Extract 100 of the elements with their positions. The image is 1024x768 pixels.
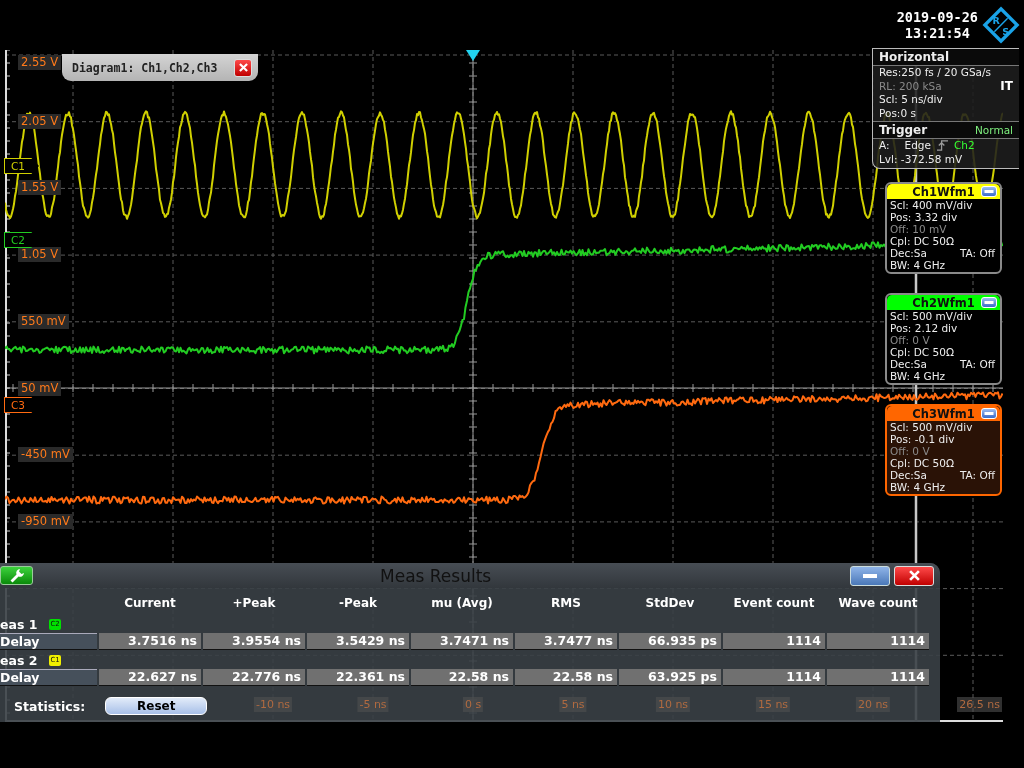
setting-text: Off: 0 V: [890, 445, 930, 457]
setting-text: Scl: 400 mV/div: [890, 199, 973, 211]
table-cell: 3.9554 ns: [203, 633, 305, 650]
axis-label: 1.55 V: [18, 180, 62, 196]
table-cell: Delay: [0, 669, 97, 686]
panel-heading: Horizontal: [879, 50, 950, 64]
table-cell: 3.7471 ns: [411, 633, 513, 650]
channel-panel[interactable]: Ch1Wfm1 Scl: 400 mV/div Pos: 3.32 div Off: 10 mV Cpl: DC 50Ω Dec:Sa TA: Off BW: 4 GHz: [885, 182, 1002, 274]
measurement-label: eas 2: [0, 652, 38, 668]
minimize-icon: [984, 412, 994, 415]
channel-marker[interactable]: C1: [4, 158, 39, 174]
setting-text: BW: 4 GHz: [890, 259, 946, 271]
setting-text: Off: 0 V: [890, 334, 930, 346]
channel-panel[interactable]: Ch2Wfm1 Scl: 500 mV/div Pos: 2.12 div Off: 0 V Cpl: DC 50Ω Dec:Sa TA: Off BW: 4 GHz: [885, 293, 1002, 385]
table-cell: 66.935 ps: [619, 633, 721, 650]
setting-text: RL: 200 kSa: [879, 79, 942, 93]
table-cell: 1114: [723, 633, 825, 650]
table-cell: 1114: [723, 669, 825, 686]
column-header: RMS: [550, 596, 582, 610]
close-icon: [908, 570, 920, 581]
trigger-mode: Normal: [975, 124, 1013, 136]
table-cell: 63.925 ps: [619, 669, 721, 686]
minimize-icon: [984, 301, 994, 304]
minimize-icon: [863, 573, 877, 578]
column-header: Wave count: [837, 596, 919, 610]
setting-text: Res:250 fs / 20 GSa/s: [879, 66, 991, 80]
setting-text: Dec:Sa: [890, 358, 927, 370]
panel-title: Meas Results: [380, 565, 492, 586]
setting-text: A:: [879, 139, 890, 153]
table-cell: 22.58 ns: [515, 669, 617, 686]
axis-label: -10 ns: [253, 697, 293, 712]
rising-edge-icon: [936, 140, 949, 152]
trigger-position-icon[interactable]: [466, 50, 480, 61]
column-header: Event count: [732, 596, 816, 610]
axis-label: 5 ns: [559, 697, 587, 712]
table-cell: 3.7516 ns: [99, 633, 201, 650]
measurement-label: eas 1: [0, 616, 38, 632]
axis-label: 550 mV: [18, 313, 69, 329]
axis-label: -5 ns: [357, 697, 389, 712]
setting-text: Lvl: -372.58 mV: [879, 152, 963, 166]
axis-label: -950 mV: [18, 513, 73, 529]
table-cell: 3.7477 ns: [515, 633, 617, 650]
axis-label: 0 s: [462, 697, 484, 712]
diagram-tab[interactable]: Diagram1: Ch1,Ch2,Ch3: [62, 54, 258, 81]
minimize-icon: [984, 190, 994, 193]
table-cell: 1114: [827, 669, 929, 686]
setting-text: Pos: -0.1 div: [890, 433, 955, 445]
setting-text: Scl: 5 ns/div: [879, 93, 943, 107]
statistics-label: Statistics:: [14, 698, 86, 714]
column-header: mu (Avg): [430, 596, 494, 610]
axis-label: 2.05 V: [18, 113, 62, 129]
channel-title: Ch3Wfm1: [912, 406, 975, 421]
mode-label: IT: [1000, 79, 1013, 93]
table-cell: 22.361 ns: [307, 669, 409, 686]
table-cell: 22.58 ns: [411, 669, 513, 686]
setting-text: Pos: 3.32 div: [890, 211, 958, 223]
setting-text: Pos: 2.12 div: [890, 322, 958, 334]
table-cell: 22.627 ns: [99, 669, 201, 686]
axis-label: 10 ns: [655, 697, 691, 712]
axis-label: 20 ns: [855, 697, 891, 712]
setting-text: TA: Off: [960, 247, 996, 259]
close-button[interactable]: [894, 565, 934, 586]
axis-label: 50 mV: [18, 380, 62, 396]
panel-heading: Trigger: [879, 123, 928, 137]
column-header: -Peak: [338, 596, 378, 610]
axis-label: 1.05 V: [18, 247, 62, 263]
minimize-button[interactable]: [850, 565, 890, 586]
setting-text: Dec:Sa: [890, 469, 927, 481]
channel-panel[interactable]: Ch3Wfm1 Scl: 500 mV/div Pos: -0.1 div Off: 0 V Cpl: DC 50Ω Dec:Sa TA: Off BW: 4 GHz: [885, 404, 1002, 496]
setting-text: Pos:0 s: [879, 106, 916, 120]
setting-text: TA: Off: [960, 469, 996, 481]
date-text: 2019-09-26: [896, 9, 978, 25]
reset-button[interactable]: Reset: [105, 697, 208, 715]
setting-text: Cpl: DC 50Ω: [890, 235, 954, 247]
close-button[interactable]: [234, 58, 252, 77]
diagram-title: Diagram1: Ch1,Ch2,Ch3: [72, 60, 218, 75]
column-header: +Peak: [231, 596, 277, 610]
close-icon: [238, 63, 248, 72]
table-cell: Delay: [0, 633, 97, 650]
table-cell: 1114: [827, 633, 929, 650]
axis-label: 26.5 ns: [957, 697, 1002, 712]
axis-label: -450 mV: [18, 447, 73, 463]
setting-text: BW: 4 GHz: [890, 370, 946, 382]
setting-text: Cpl: DC 50Ω: [890, 346, 954, 358]
table-cell: 22.776 ns: [203, 669, 305, 686]
setting-text: Off: 10 mV: [890, 223, 947, 235]
setting-text: Scl: 500 mV/div: [890, 421, 973, 433]
setting-text: Scl: 500 mV/div: [890, 310, 973, 322]
column-header: StdDev: [644, 596, 696, 610]
setting-text: Edge: [904, 139, 931, 153]
channel-title: Ch1Wfm1: [912, 184, 975, 199]
table-cell: 3.5429 ns: [307, 633, 409, 650]
settings-button[interactable]: [0, 566, 33, 585]
axis-label: 2.55 V: [18, 55, 62, 70]
setting-text: BW: 4 GHz: [890, 481, 946, 493]
time-text: 13:21:54: [904, 25, 970, 41]
trigger-source: Ch2: [954, 139, 975, 153]
setting-text: Cpl: DC 50Ω: [890, 457, 954, 469]
column-header: Current: [123, 596, 177, 610]
setting-text: TA: Off: [960, 358, 996, 370]
